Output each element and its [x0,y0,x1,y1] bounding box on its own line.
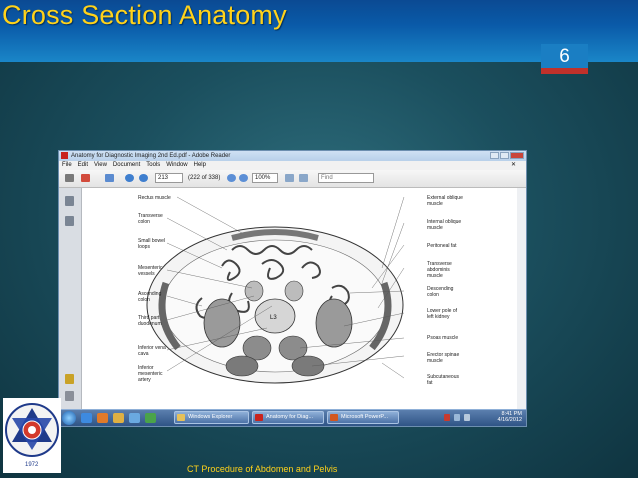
label-subcutaneous-fat: Subcutaneous fat [427,374,459,386]
menu-document[interactable]: Document [113,162,140,168]
label-ascending-colon: Ascending colon [138,291,162,303]
label-descending-colon: Descending colon [427,286,454,298]
window-title-bar: Anatomy for Diagnostic Imaging 2nd Ed.pd… [59,151,526,161]
minimize-icon[interactable] [490,152,499,159]
page-number-input[interactable]: 213 [155,173,183,183]
zoom-out-icon[interactable] [227,174,236,182]
taskbar-powerpoint[interactable]: Microsoft PowerP... [327,411,399,424]
adobe-reader-window: Anatomy for Diagnostic Imaging 2nd Ed.pd… [58,150,527,427]
vertebra-label: L3 [270,315,277,321]
adobe-reader-icon [61,152,68,159]
attach-panel-icon[interactable] [65,391,74,401]
navigation-panel [59,188,82,412]
label-third-part-duodenum: Third part duodenum [138,315,162,327]
slide-footer: CT Procedure of Abdomen and Pelvis [187,464,338,474]
taskbar-btn-label: Anatomy for Diag... [266,414,314,420]
label-rectus-muscle: Rectus muscle [138,195,171,201]
taskbar-btn-label: Windows Explorer [188,414,233,420]
zoom-select[interactable]: 100% [252,173,278,183]
firefox-icon[interactable] [97,413,108,423]
label-inferior-mesenteric-artery: Inferior mesenteric artery [138,365,163,383]
slide-number-box: 6 [541,44,588,74]
institute-logo: 1972 [3,398,61,473]
navigate-icon[interactable] [105,174,114,182]
slide-number: 6 [559,46,570,67]
start-button-icon[interactable] [62,411,76,425]
document-page: L3 Rectus muscle Transverse colon Small … [82,188,517,412]
folder-icon[interactable] [113,413,124,423]
fit-width-icon[interactable] [299,174,308,182]
taskbar-adobe-reader[interactable]: Anatomy for Diag... [252,411,324,424]
window-controls [490,152,524,159]
attachments-panel-icon[interactable] [65,216,74,226]
taskbar-windows-explorer[interactable]: Windows Explorer [174,411,249,424]
menu-tools[interactable]: Tools [146,162,160,168]
print-icon[interactable] [65,174,74,182]
ie-icon[interactable] [81,413,92,423]
pages-panel-icon[interactable] [65,196,74,206]
tray-volume-icon[interactable] [464,414,470,421]
page-count: (222 of 338) [188,175,221,181]
taskbar-btn-label: Microsoft PowerP... [341,414,388,420]
label-psoas-muscle: Psoas muscle [427,335,459,341]
windows-taskbar: Windows Explorer Anatomy for Diag... Mic… [59,409,526,426]
label-small-bowel-loops: Small bowel loops [138,238,165,250]
taskbar-clock[interactable]: 8:41 PM 4/16/2012 [498,411,522,423]
label-peritoneal-fat: Peritoneal fat [427,243,457,249]
label-erector-spinae-muscle: Erector spinae muscle [427,352,460,364]
toolbar: 213 (222 of 338) 100% Find [59,170,526,188]
page-down-icon[interactable] [139,174,148,182]
zoom-in-icon[interactable] [239,174,248,182]
fit-page-icon[interactable] [285,174,294,182]
label-lower-pole-left-kidney: Lower pole of left kidney [427,308,458,320]
label-transverse-abdominis-muscle: Transverse abdominis muscle [427,261,452,279]
label-transverse-colon: Transverse colon [138,213,163,225]
create-pdf-icon[interactable] [81,174,90,182]
menu-edit[interactable]: Edit [78,162,88,168]
menu-bar: File Edit View Document Tools Window Help ✕ [59,161,526,170]
slide-title: Cross Section Anatomy [2,0,287,30]
window-title: Anatomy for Diagnostic Imaging 2nd Ed.pd… [71,153,231,159]
label-mesenteric-vessels: Mesenteric vessels [138,265,163,277]
explorer-folder-icon [177,414,185,421]
tray-flag-icon[interactable] [444,414,450,421]
label-internal-oblique-muscle: Internal oblique muscle [427,219,462,231]
menu-window[interactable]: Window [166,162,187,168]
menu-close-icon[interactable]: ✕ [511,161,516,170]
tray-network-icon[interactable] [454,414,460,421]
find-input[interactable]: Find [318,173,374,183]
close-icon[interactable] [510,152,524,159]
menu-file[interactable]: File [62,162,72,168]
label-inferior-vena-cava: Inferior vena cava [138,345,166,357]
app-icon[interactable] [145,413,156,423]
adobe-icon [255,414,263,421]
clock-date: 4/16/2012 [497,417,522,423]
maximize-icon[interactable] [500,152,509,159]
powerpoint-icon [330,414,338,421]
media-icon[interactable] [129,413,140,423]
page-up-icon[interactable] [125,174,134,182]
menu-help[interactable]: Help [194,162,206,168]
comments-panel-icon[interactable] [65,374,74,384]
logo-year: 1972 [25,462,39,468]
label-external-oblique-muscle: External oblique muscle [427,195,463,207]
menu-view[interactable]: View [94,162,107,168]
